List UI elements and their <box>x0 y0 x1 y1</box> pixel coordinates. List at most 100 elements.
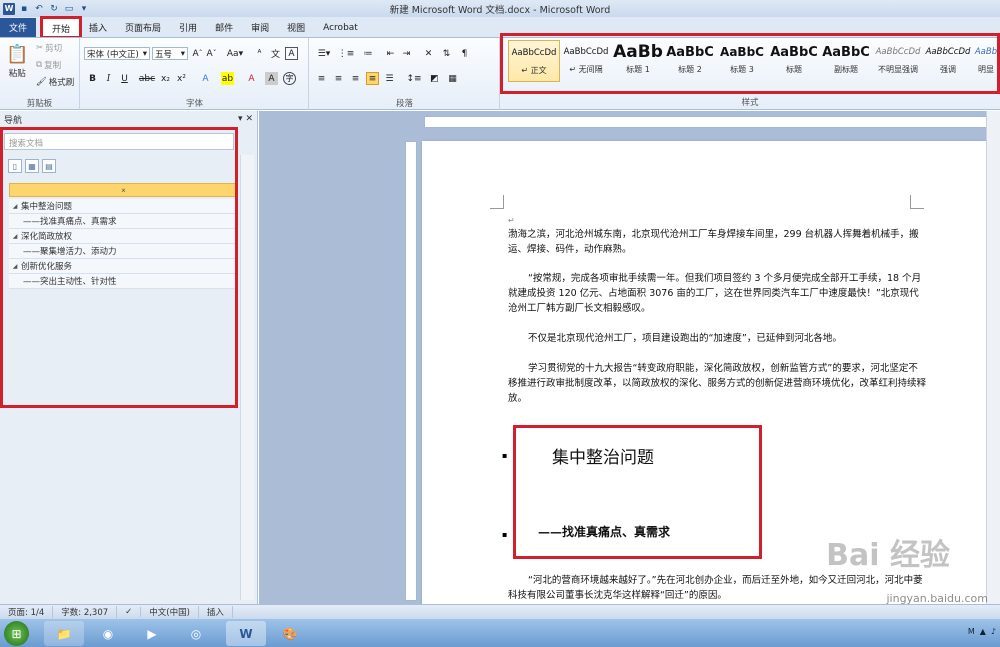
insert-mode[interactable]: 插入 <box>199 605 233 618</box>
line-spacing-icon[interactable]: ↕≡ <box>405 72 423 85</box>
format-painter-button[interactable]: 🖌 格式刷 <box>36 76 74 88</box>
numbering-icon[interactable]: ⋮≡ <box>337 47 355 60</box>
chinese-layout-icon[interactable]: ✕ <box>422 47 435 60</box>
body-paragraph: 学习贯彻党的十九大报告“转变政府职能，深化简政放权，创新监管方式”的要求，河北坚… <box>508 363 927 404</box>
borders-icon[interactable]: ▦ <box>446 72 459 85</box>
tab-view[interactable]: 视图 <box>278 18 314 37</box>
shrink-font-icon[interactable]: Aˇ <box>205 47 218 60</box>
paragraph-group-label: 段落 <box>395 99 413 109</box>
clear-format-icon[interactable]: ᴬ <box>253 47 266 60</box>
chevron-down-icon: ▾ <box>180 48 185 59</box>
explorer-taskbar-icon[interactable]: 📁 <box>44 621 84 646</box>
grow-font-icon[interactable]: Aˆ <box>191 47 204 60</box>
volume-icon[interactable]: ♪ <box>991 627 996 636</box>
clipboard-group: 📋 粘贴 ✂ 剪切 ⧉ 复制 🖌 格式刷 剪贴板 <box>0 38 80 110</box>
tab-file[interactable]: 文件 <box>0 18 36 37</box>
page-count[interactable]: 页面: 1/4 <box>0 605 54 618</box>
highlight-icon[interactable]: ab <box>221 72 234 85</box>
body-paragraph: “河北的营商环境越来越好了。”先在河北创办企业，而后迁至外地，如今又迁回河北，河… <box>508 575 923 601</box>
italic-icon[interactable]: I <box>102 72 115 85</box>
heading-bullet: ▪ <box>502 451 508 460</box>
enclose-char-icon[interactable]: 字 <box>283 72 296 85</box>
document-scrollbar[interactable] <box>986 111 1000 604</box>
decrease-indent-icon[interactable]: ⇤ <box>384 47 397 60</box>
body-paragraph: “按常规，完成各项审批手续需一年。但我们项目签约 3 个多月便完成全部开工手续，… <box>508 273 922 314</box>
change-case-icon[interactable]: Aa▾ <box>225 47 245 60</box>
sort-icon[interactable]: ⇅ <box>440 47 453 60</box>
nav-scrollbar[interactable] <box>240 155 254 600</box>
nav-header: 导航 ▾ ✕ <box>0 111 257 127</box>
empty-paragraph: ↵ <box>508 213 926 228</box>
nav-controls: ▾ ✕ <box>238 114 253 124</box>
align-left-icon[interactable]: ≡ <box>315 72 328 85</box>
margin-corner-mark <box>490 195 504 209</box>
heading-bullet: ▪ <box>502 530 508 539</box>
char-border-icon[interactable]: A <box>285 47 298 60</box>
player-taskbar-icon[interactable]: ▶ <box>132 621 172 646</box>
align-center-icon[interactable]: ≡ <box>332 72 345 85</box>
language[interactable]: 中文(中国) <box>141 605 199 618</box>
paint-taskbar-icon[interactable]: 🎨 <box>270 621 310 646</box>
phonetic-guide-icon[interactable]: 文 <box>269 47 282 60</box>
styles-group-label: 样式 <box>741 98 759 108</box>
body-paragraph: 渤海之滨，河北沧州城东南，北京现代沧州工厂车身焊接车间里，299 台机器人挥舞着… <box>508 229 919 255</box>
tab-references[interactable]: 引用 <box>170 18 206 37</box>
bold-icon[interactable]: B <box>86 72 99 85</box>
strikethrough-icon[interactable]: abc <box>138 72 156 85</box>
copy-button[interactable]: ⧉ 复制 <box>36 59 61 71</box>
navigation-pane: 导航 ▾ ✕ 搜索文档 ▯ ▦ ▤ ⌅ ◢ 集中整治问题 ——找准真痛点、真需求 … <box>0 111 258 604</box>
nav-highlight-box <box>0 127 238 408</box>
font-size-combo[interactable]: 五号 ▾ <box>152 47 188 60</box>
proofing-icon[interactable]: ✓ <box>117 606 142 617</box>
paste-button[interactable]: 📋 粘贴 <box>6 44 28 79</box>
horizontal-ruler[interactable] <box>424 116 999 128</box>
align-right-icon[interactable]: ≡ <box>349 72 362 85</box>
word-taskbar-icon[interactable]: W <box>226 621 266 646</box>
char-shading-icon[interactable]: A <box>265 72 278 85</box>
system-tray: M ▲ ♪ <box>968 627 996 636</box>
close-icon[interactable]: ✕ <box>245 114 253 124</box>
subscript-icon[interactable]: x₂ <box>159 72 172 85</box>
ime-icon[interactable]: M <box>968 627 975 636</box>
title-bar: W ▪ ↶ ↻ ▭ ▾ 新建 Microsoft Word 文档.docx - … <box>0 0 1000 17</box>
font-group-label: 字体 <box>185 99 203 109</box>
cut-button[interactable]: ✂ 剪切 <box>36 42 62 54</box>
tab-acrobat[interactable]: Acrobat <box>314 18 367 37</box>
window-title: 新建 Microsoft Word 文档.docx - Microsoft Wo… <box>389 5 611 16</box>
media-taskbar-icon[interactable]: ◉ <box>88 621 128 646</box>
vertical-ruler[interactable] <box>405 141 417 601</box>
font-color-icon[interactable]: A <box>245 72 258 85</box>
start-button[interactable]: ⊞ <box>4 621 29 646</box>
tab-insert[interactable]: 插入 <box>80 18 116 37</box>
browser-taskbar-icon[interactable]: ◎ <box>176 621 216 646</box>
site-watermark: jingyan.baidu.com <box>886 592 988 605</box>
copy-icon: ⧉ <box>36 60 43 70</box>
bullets-icon[interactable]: ☰▾ <box>315 47 333 60</box>
superscript-icon[interactable]: x² <box>175 72 188 85</box>
brush-icon: 🖌 <box>36 77 47 87</box>
justify-icon[interactable]: ≡ <box>366 72 379 85</box>
paste-icon: 📋 <box>6 44 29 65</box>
increase-indent-icon[interactable]: ⇥ <box>400 47 413 60</box>
tab-mailings[interactable]: 邮件 <box>206 18 242 37</box>
multilevel-list-icon[interactable]: ≔ <box>359 47 377 60</box>
tab-home[interactable]: 开始 <box>39 16 83 39</box>
text-effects-icon[interactable]: A <box>199 72 212 85</box>
status-bar: 页面: 1/4 字数: 2,307 ✓ 中文(中国) 插入 <box>0 604 1000 618</box>
paragraph-group: ☰▾ ⋮≡ ≔ ⇤ ⇥ ✕ ⇅ ¶ ≡ ≡ ≡ ≡ ☰ ↕≡ ◩ ▦ 段落 <box>310 38 500 110</box>
margin-corner-mark <box>910 195 924 209</box>
chevron-down-icon: ▾ <box>142 48 147 59</box>
chevron-down-icon[interactable]: ▾ <box>238 114 243 124</box>
scissors-icon: ✂ <box>36 43 44 53</box>
shading-icon[interactable]: ◩ <box>428 72 441 85</box>
word-count[interactable]: 字数: 2,307 <box>53 605 118 618</box>
distributed-icon[interactable]: ☰ <box>383 72 396 85</box>
underline-icon[interactable]: U <box>118 72 131 85</box>
tab-page-layout[interactable]: 页面布局 <box>116 18 170 37</box>
styles-highlight-box <box>500 33 1000 94</box>
font-name-combo[interactable]: 宋体 (中文正) ▾ <box>84 47 150 60</box>
network-icon[interactable]: ▲ <box>980 627 986 636</box>
tab-review[interactable]: 审阅 <box>242 18 278 37</box>
body-paragraph: 不仅是北京现代沧州工厂，项目建设跑出的“加速度”，已延伸到河北各地。 <box>528 333 842 344</box>
show-marks-icon[interactable]: ¶ <box>458 47 471 60</box>
